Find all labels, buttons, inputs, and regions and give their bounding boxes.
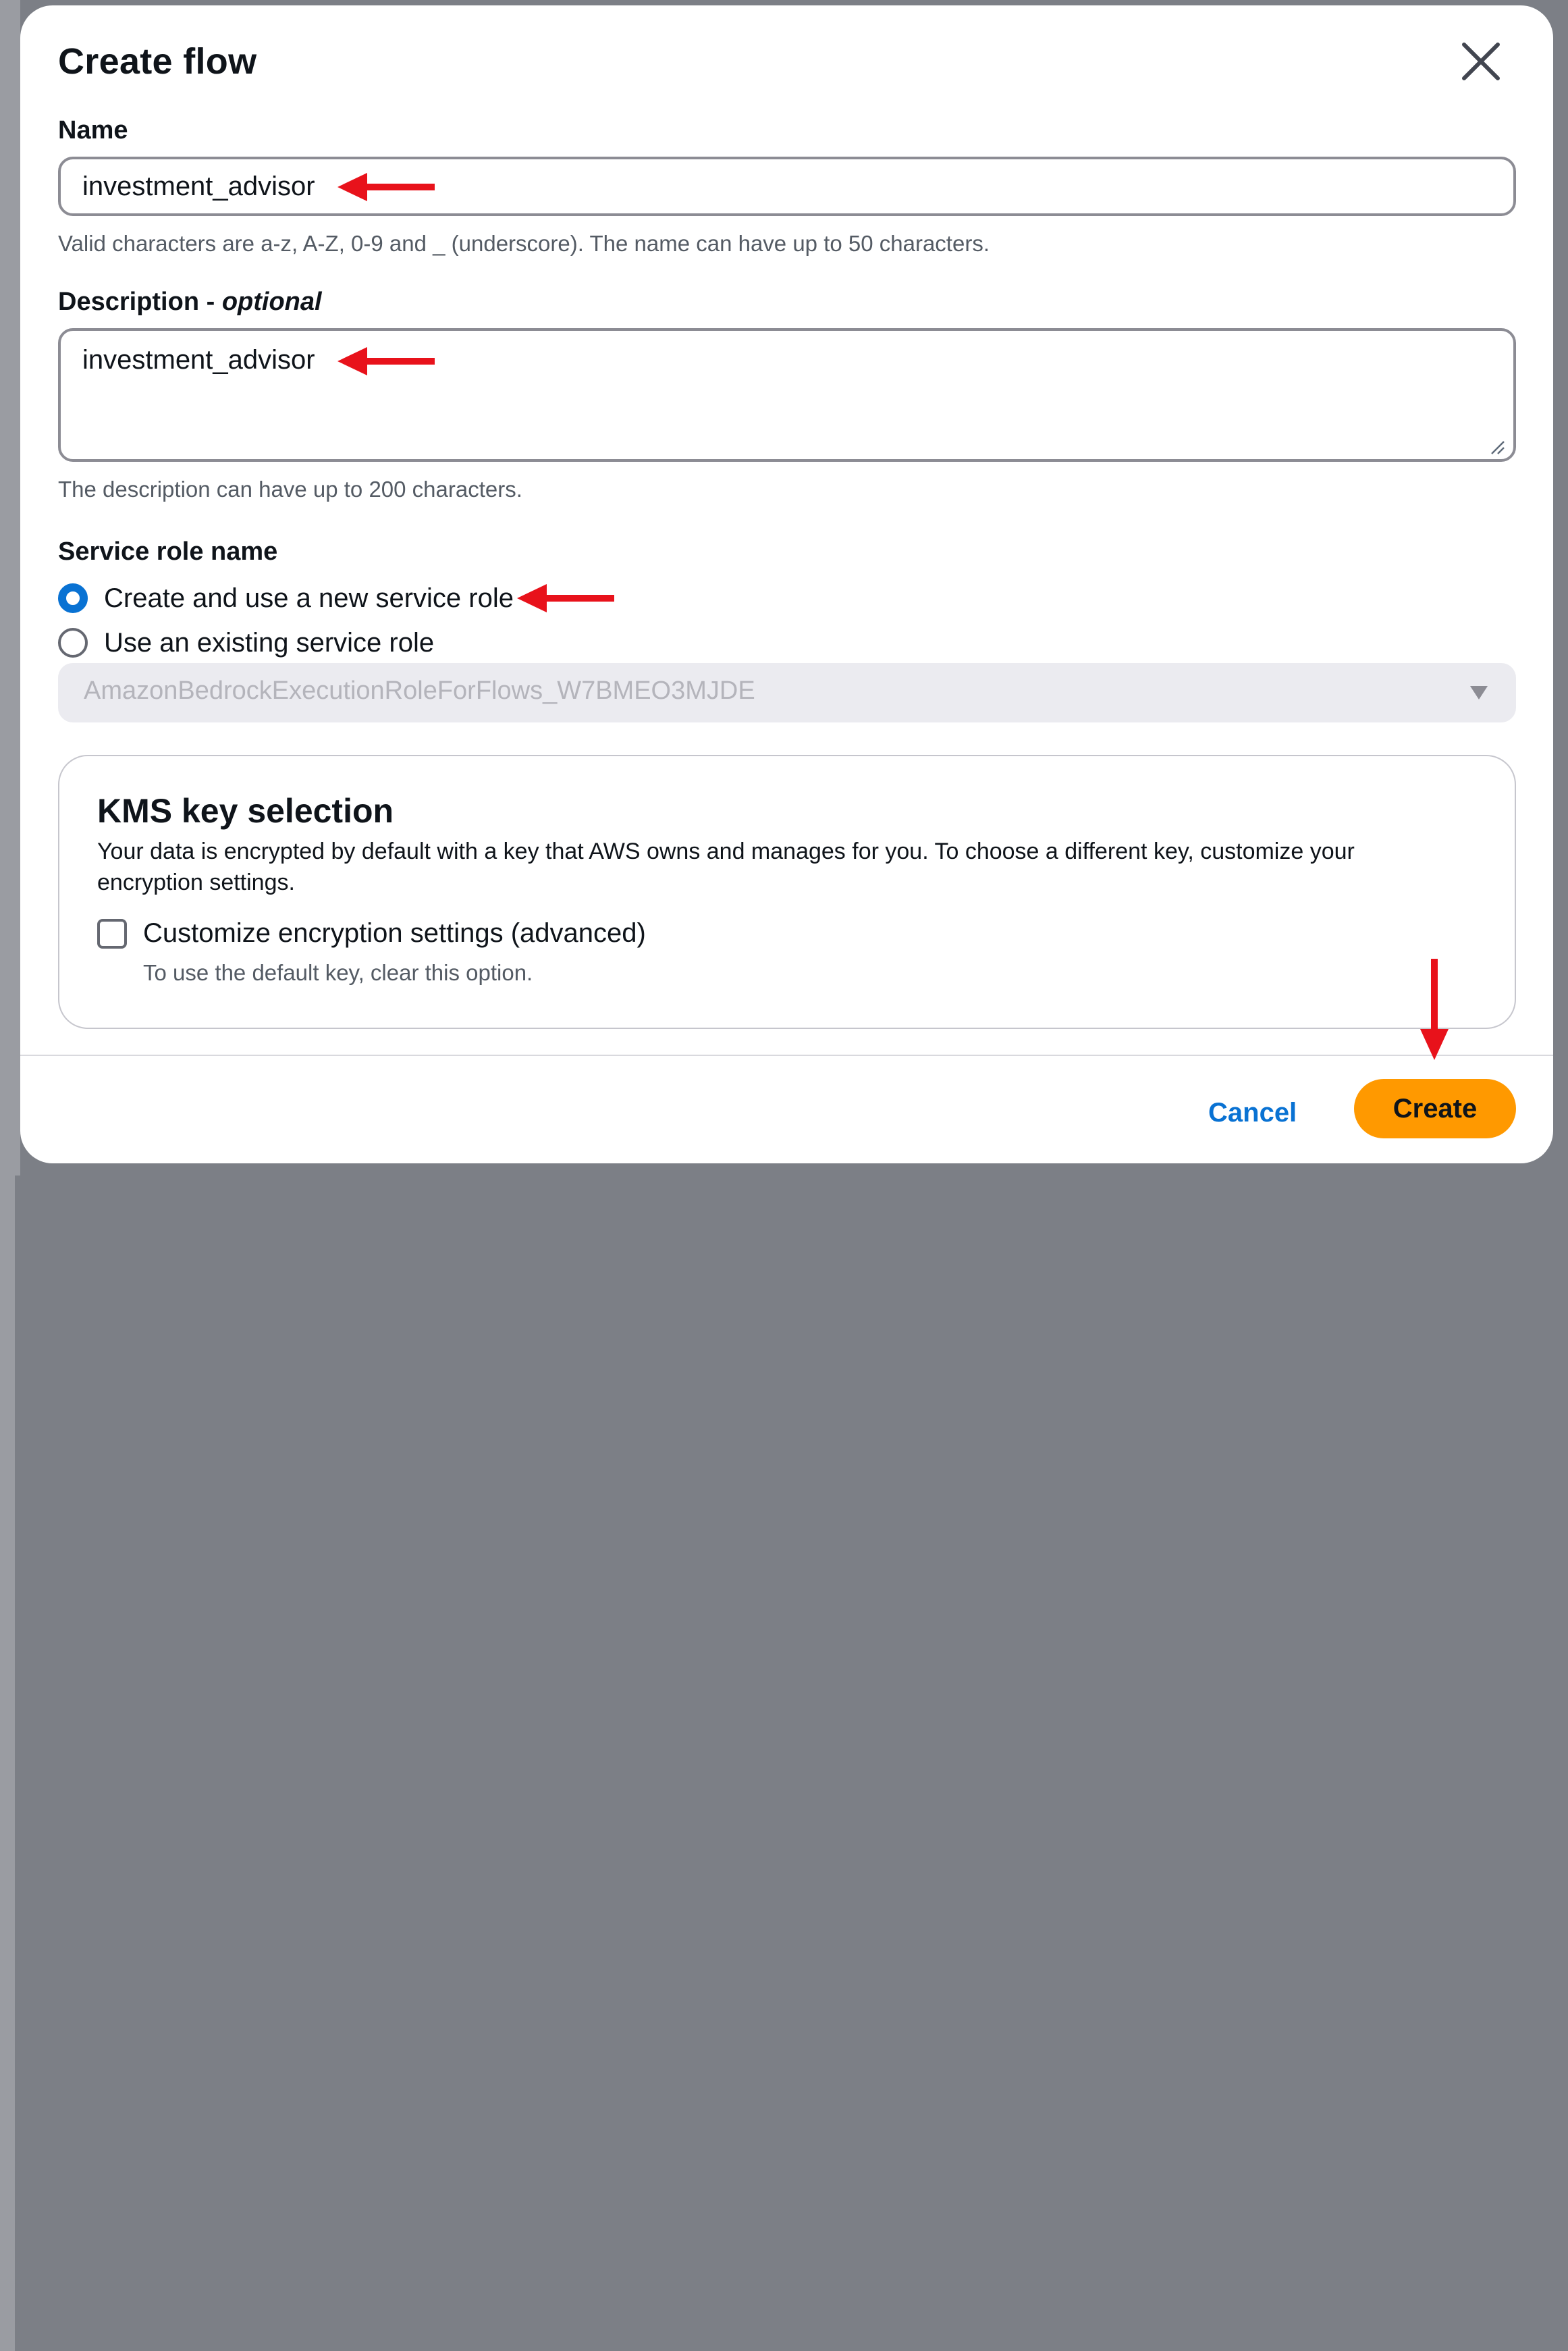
cancel-button[interactable]: Cancel [1208, 1098, 1297, 1128]
footer-divider [20, 1055, 1553, 1056]
service-role-label: Service role name [58, 537, 278, 566]
radio-button-unchecked[interactable] [58, 628, 88, 658]
caret-down-icon [1470, 686, 1488, 699]
existing-role-select[interactable]: AmazonBedrockExecutionRoleForFlows_W7BME… [58, 663, 1516, 722]
name-label: Name [58, 116, 128, 144]
kms-title: KMS key selection [97, 792, 394, 830]
select-value: AmazonBedrockExecutionRoleForFlows_W7BME… [84, 677, 755, 705]
description-label: Description - optional [58, 288, 322, 316]
optional-tag: optional [221, 288, 322, 316]
background-page-right [0, 1176, 15, 2351]
customize-encryption-checkbox-row[interactable]: Customize encryption settings (advanced) [97, 918, 646, 949]
radio-label: Use an existing service role [104, 627, 435, 658]
close-icon[interactable] [1460, 41, 1502, 82]
annotation-arrow-left-icon [337, 173, 435, 201]
resize-handle-icon[interactable] [1488, 438, 1505, 455]
customize-encryption-checkbox[interactable] [97, 918, 127, 949]
name-input[interactable] [58, 157, 1516, 216]
radio-label: Create and use a new service role [104, 583, 514, 613]
modal-title: Create flow [58, 41, 257, 82]
description-hint: The description can have up to 200 chara… [58, 477, 522, 502]
checkbox-label: Customize encryption settings (advanced) [143, 918, 646, 948]
description-textarea[interactable]: investment_advisor [58, 328, 1516, 462]
background-page-left [0, 0, 20, 1176]
radio-use-existing-role[interactable]: Use an existing service role [58, 627, 434, 659]
radio-create-new-role[interactable]: Create and use a new service role [58, 582, 514, 614]
kms-description: Your data is encrypted by default with a… [97, 839, 1355, 895]
create-button[interactable]: Create [1354, 1079, 1516, 1138]
radio-button-checked[interactable] [58, 583, 88, 613]
annotation-arrow-down-icon [1420, 959, 1449, 1060]
annotation-arrow-left-icon [337, 347, 435, 375]
name-hint: Valid characters are a-z, A-Z, 0-9 and _… [58, 231, 990, 256]
checkbox-hint: To use the default key, clear this optio… [143, 960, 533, 985]
kms-key-selection-panel: KMS key selection Your data is encrypted… [58, 755, 1516, 1029]
annotation-arrow-left-icon [517, 584, 614, 612]
create-flow-modal: Create flow Name Valid characters are a-… [20, 5, 1553, 1163]
